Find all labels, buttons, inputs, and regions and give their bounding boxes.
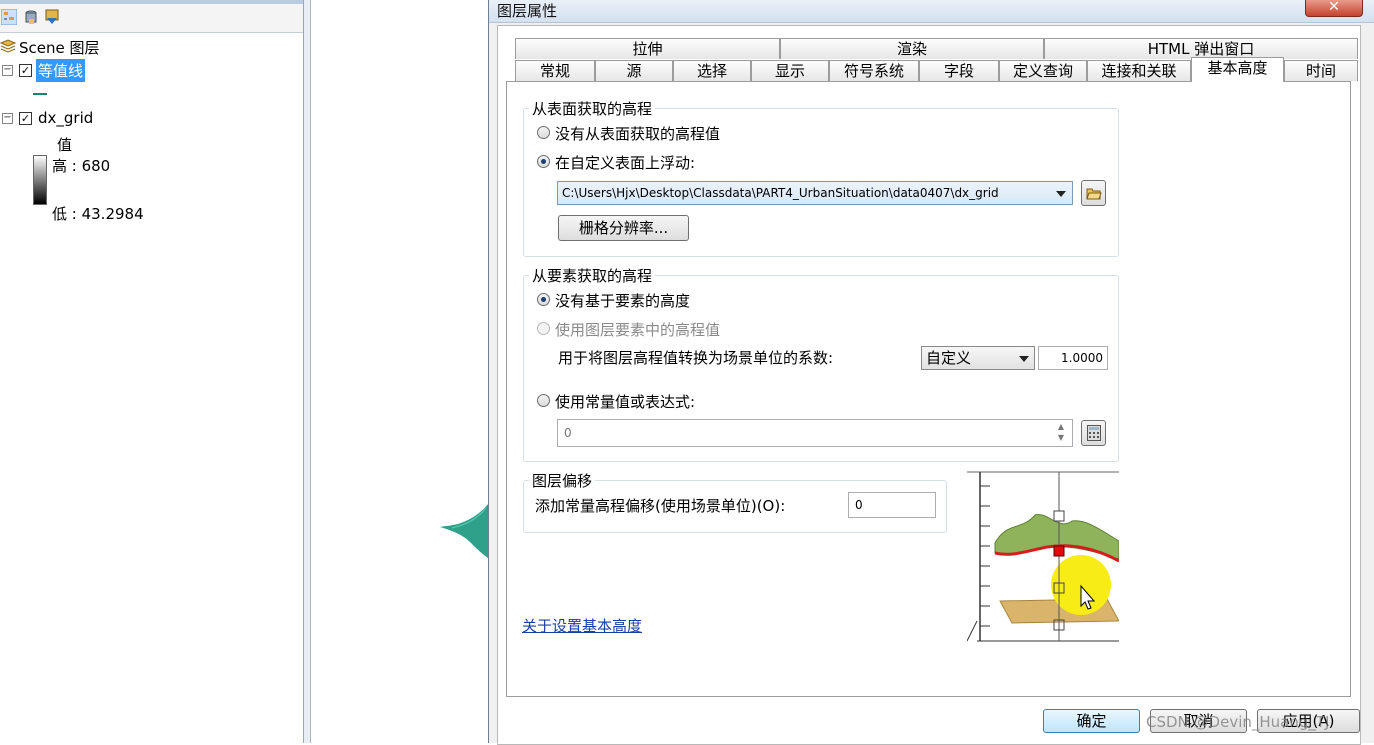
no-surface-elevation-radio[interactable] [537, 126, 550, 139]
surface-path-dropdown[interactable]: C:\Users\Hjx\Desktop\Classdata\PART4_Urb… [557, 181, 1073, 205]
contour-map-fragment [440, 504, 488, 558]
calculator-icon [1087, 425, 1101, 441]
list-by-drawing-order-icon[interactable] [1, 9, 17, 25]
use-layer-elevation-radio[interactable] [537, 322, 550, 335]
unit-conversion-value: 自定义 [926, 349, 972, 367]
surface-elevation-group-title: 从表面获取的高程 [529, 98, 656, 119]
panel-splitter[interactable] [304, 0, 311, 743]
toc-toolbar [0, 0, 303, 33]
ok-button[interactable]: 确定 [1043, 709, 1140, 733]
layer-offset-group-title: 图层偏移 [529, 470, 596, 491]
contour-line-symbol [33, 93, 47, 95]
elevation-color-ramp [33, 155, 47, 205]
float-on-surface-radio[interactable] [537, 155, 550, 168]
list-by-source-icon[interactable] [23, 9, 39, 25]
tab-rendering[interactable]: 渲染 [780, 38, 1044, 59]
contour-layer-label[interactable]: 等值线 [36, 59, 86, 82]
tab-fields[interactable]: 字段 [919, 60, 999, 81]
legend-high-value: 高 : 680 [52, 157, 111, 175]
dx-grid-visibility-checkbox[interactable]: ✓ [19, 112, 32, 125]
raster-resolution-button[interactable]: 栅格分辨率... [558, 215, 689, 241]
use-constant-expression-radio[interactable] [537, 394, 550, 407]
no-feature-height-label: 没有基于要素的高度 [555, 292, 691, 310]
conversion-factor-label: 用于将图层高程值转换为场景单位的系数: [558, 349, 834, 367]
collapse-dx-grid-layer-toggle[interactable]: − [2, 113, 13, 124]
layer-properties-dialog: 图层属性 ✕ 拉伸 渲染 HTML 弹出窗口 常规 源 选择 显示 符号系统 字… [488, 0, 1374, 745]
surface-path-value: C:\Users\Hjx\Desktop\Classdata\PART4_Urb… [562, 186, 999, 200]
expression-input[interactable]: 0 [557, 419, 1073, 447]
base-height-illustration [967, 471, 1119, 642]
browse-surface-button[interactable] [1081, 180, 1106, 206]
feature-elevation-group-title: 从要素获取的高程 [529, 265, 656, 286]
tab-extrusion[interactable]: 拉伸 [515, 38, 780, 59]
tab-joins-relates[interactable]: 连接和关联 [1087, 60, 1191, 81]
table-of-contents-panel: Scene 图层 − ✓ 等值线 − ✓ dx_grid 值 高 : 680 低… [0, 0, 304, 743]
dialog-title-bar[interactable]: 图层属性 ✕ [489, 0, 1374, 23]
toolbar-strip [0, 0, 303, 4]
offset-input[interactable]: 0 [848, 492, 936, 518]
legend-value-heading: 值 [57, 136, 73, 154]
contour-layer-visibility-checkbox[interactable]: ✓ [19, 64, 32, 77]
tab-display[interactable]: 显示 [751, 60, 829, 81]
open-folder-icon [1086, 188, 1102, 200]
conversion-factor-input[interactable]: 1.0000 [1038, 346, 1108, 370]
dialog-content-area: 拉伸 渲染 HTML 弹出窗口 常规 源 选择 显示 符号系统 字段 定义查询 … [497, 25, 1361, 745]
base-heights-help-link[interactable]: 关于设置基本高度 [522, 615, 642, 636]
tab-symbology[interactable]: 符号系统 [829, 60, 919, 81]
scene-layers-icon [0, 39, 16, 53]
base-heights-tab-page: 从表面获取的高程 没有从表面获取的高程值 在自定义表面上浮动: C:\Users… [506, 81, 1351, 697]
no-feature-height-radio[interactable] [537, 293, 550, 306]
tab-source[interactable]: 源 [595, 60, 673, 81]
list-by-visibility-icon[interactable] [44, 9, 60, 25]
tab-definition-query[interactable]: 定义查询 [999, 60, 1087, 81]
float-on-surface-label: 在自定义表面上浮动: [555, 154, 696, 172]
chevron-down-icon [1019, 356, 1029, 362]
use-layer-elevation-label: 使用图层要素中的高程值 [555, 321, 721, 339]
tab-time[interactable]: 时间 [1284, 60, 1358, 81]
tab-general[interactable]: 常规 [515, 60, 595, 81]
scene-layers-label: Scene 图层 [19, 39, 100, 57]
chevron-down-icon [1056, 191, 1066, 197]
collapse-contour-layer-toggle[interactable]: − [2, 65, 13, 76]
expression-spinner[interactable]: ▲ ▼ [1051, 421, 1071, 445]
close-button[interactable]: ✕ [1305, 0, 1363, 17]
use-constant-expression-label: 使用常量值或表达式: [555, 393, 696, 411]
dx-grid-layer-label[interactable]: dx_grid [38, 109, 93, 127]
expression-builder-button[interactable] [1081, 420, 1106, 446]
no-surface-elevation-label: 没有从表面获取的高程值 [555, 125, 721, 143]
offset-label: 添加常量高程偏移(使用场景单位)(O): [535, 497, 786, 515]
tab-base-heights[interactable]: 基本高度 [1191, 57, 1284, 82]
tab-selection[interactable]: 选择 [673, 60, 751, 81]
unit-conversion-dropdown[interactable]: 自定义 [921, 346, 1035, 370]
dialog-title: 图层属性 [497, 2, 558, 20]
watermark: CSDN @Devin_Huang_TJ [1146, 713, 1330, 731]
legend-low-value: 低 : 43.2984 [52, 205, 144, 223]
tab-html-popup[interactable]: HTML 弹出窗口 [1044, 38, 1358, 59]
